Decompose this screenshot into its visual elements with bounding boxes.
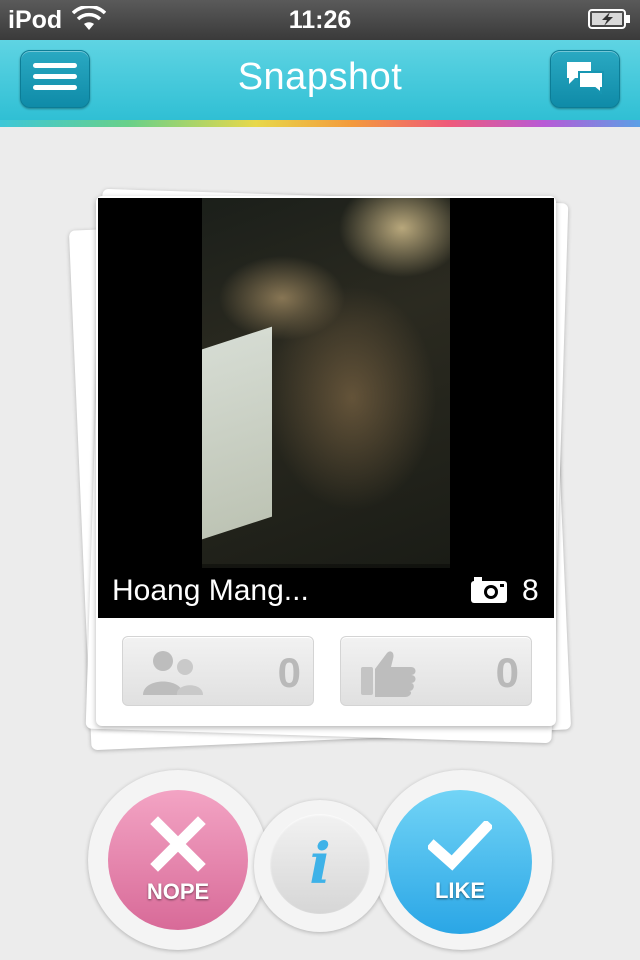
friends-icon <box>141 647 207 702</box>
photo-count: 8 <box>522 574 539 607</box>
status-bar: iPod 11:26 <box>0 0 640 40</box>
chat-button[interactable] <box>550 50 620 108</box>
clock: 11:26 <box>288 6 352 34</box>
info-button[interactable]: i <box>270 814 370 914</box>
like-button[interactable]: LIKE <box>388 790 532 934</box>
mutual-friends-stat[interactable]: 0 <box>122 636 314 706</box>
common-likes-count: 0 <box>495 649 519 696</box>
chat-bubbles-icon <box>565 60 605 99</box>
photo-caption: Hoang Mang... 8 <box>98 564 554 618</box>
mutual-friends-count: 0 <box>277 649 301 696</box>
camera-icon <box>470 576 508 609</box>
like-label: LIKE <box>434 877 486 903</box>
checkmark-icon <box>426 818 494 876</box>
profile-card[interactable]: Hoang Mang... 8 0 0 <box>96 196 556 726</box>
x-mark-icon <box>150 815 206 877</box>
battery-icon <box>588 8 632 37</box>
info-icon: i <box>309 831 331 897</box>
nav-bar: Snapshot <box>0 40 640 122</box>
common-likes-stat[interactable]: 0 <box>340 636 532 706</box>
profile-name: Hoang Mang... <box>112 574 309 607</box>
thumbs-up-icon <box>359 647 419 702</box>
nope-button[interactable]: NOPE <box>108 790 248 930</box>
photo-laptop-light <box>202 326 272 540</box>
nav-rainbow-divider <box>0 120 640 127</box>
profile-photo[interactable]: Hoang Mang... 8 <box>98 198 554 618</box>
nope-label: NOPE <box>146 878 210 904</box>
photo-image <box>202 198 450 568</box>
page-title: Snapshot <box>237 56 403 98</box>
